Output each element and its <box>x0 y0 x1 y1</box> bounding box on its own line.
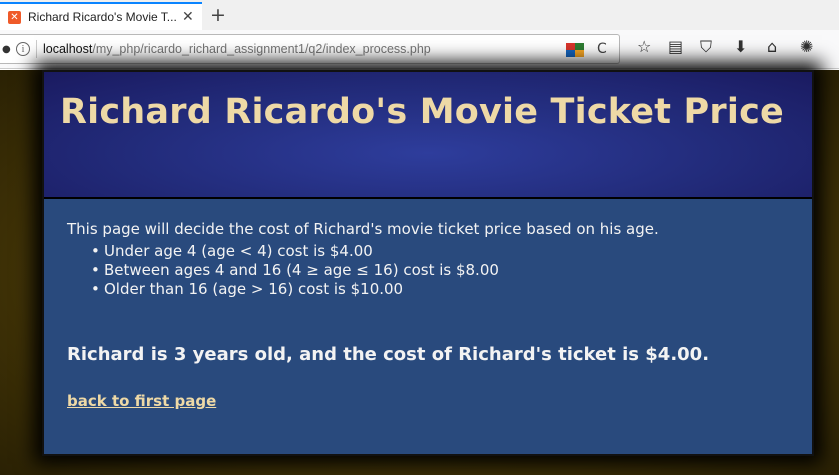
url-host: localhost <box>43 42 93 56</box>
close-tab-icon[interactable]: ✕ <box>182 9 194 25</box>
price-rules-list: Under age 4 (age < 4) cost is $4.00 Betw… <box>91 242 812 299</box>
url-path: /my_php/ricardo_richard_assignment1/q2/i… <box>92 42 431 56</box>
xampp-favicon-icon: ✕ <box>8 10 21 24</box>
extension-gear-icon[interactable]: ✺ <box>800 37 813 57</box>
bookmark-star-icon[interactable]: ☆ <box>637 37 651 57</box>
list-item: Between ages 4 and 16 (4 ≥ age ≤ 16) cos… <box>91 261 812 280</box>
url-bar[interactable]: ● i localhost/my_php/ricardo_richard_ass… <box>0 34 620 64</box>
page-title: Richard Ricardo's Movie Ticket Price <box>60 92 784 132</box>
page-content: This page will decide the cost of Richar… <box>44 199 812 410</box>
intro-text: This page will decide the cost of Richar… <box>67 220 659 238</box>
home-icon[interactable]: ⌂ <box>767 37 777 57</box>
tab-strip: ✕ Richard Ricardo's Movie T... ✕ + <box>0 0 839 30</box>
url-separator <box>36 40 37 58</box>
navigation-bar: ● i localhost/my_php/ricardo_richard_ass… <box>0 30 839 69</box>
extension-icon[interactable] <box>566 43 584 57</box>
back-to-first-page-link[interactable]: back to first page <box>67 392 216 410</box>
pocket-icon[interactable]: ⛉ <box>700 37 712 57</box>
download-icon[interactable]: ⬇ <box>734 37 747 57</box>
reader-view-icon[interactable]: ▤ <box>668 37 683 57</box>
back-arrow-icon[interactable]: ● <box>2 44 12 55</box>
tab-title: Richard Ricardo's Movie T... <box>28 10 177 24</box>
page-header: Richard Ricardo's Movie Ticket Price <box>44 72 812 199</box>
content-panel: Richard Ricardo's Movie Ticket Price Thi… <box>42 70 814 456</box>
list-item: Older than 16 (age > 16) cost is $10.00 <box>91 280 812 299</box>
site-info-icon[interactable]: i <box>16 42 30 56</box>
result-text: Richard is 3 years old, and the cost of … <box>67 344 710 365</box>
reload-icon[interactable]: C <box>597 41 607 57</box>
list-item: Under age 4 (age < 4) cost is $4.00 <box>91 242 812 261</box>
url-text[interactable]: localhost/my_php/ricardo_richard_assignm… <box>43 42 431 56</box>
browser-tab[interactable]: ✕ Richard Ricardo's Movie T... ✕ <box>0 2 202 30</box>
new-tab-button[interactable]: + <box>210 6 226 25</box>
